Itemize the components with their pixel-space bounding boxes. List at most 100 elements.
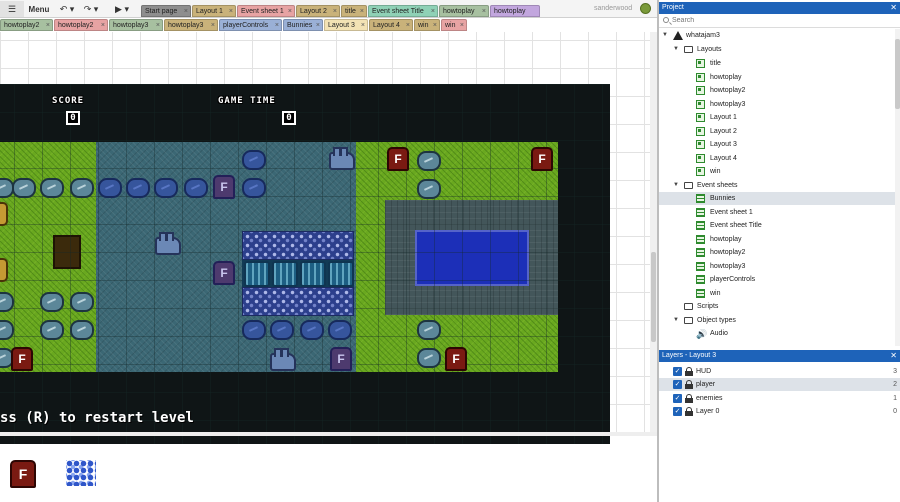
close-icon[interactable]: ×: [460, 20, 464, 30]
tab-howtoplay3-layout[interactable]: howtoplay3 ×: [109, 19, 163, 31]
tree-item-event-sheet[interactable]: Event sheet 1: [659, 206, 895, 219]
close-icon[interactable]: ×: [482, 6, 486, 16]
project-search-bar[interactable]: [659, 14, 900, 28]
f-block-sprite[interactable]: F: [445, 347, 467, 371]
chevron-down-icon[interactable]: ▼: [662, 29, 670, 42]
tab-howtoplay-event-sheet[interactable]: howtoplay: [490, 5, 540, 17]
player-sprite[interactable]: [0, 202, 8, 226]
tree-item-layout[interactable]: win: [659, 165, 895, 178]
bunny-enemy-sprite[interactable]: [329, 147, 355, 170]
tab-howtoplay3-event-sheet[interactable]: howtoplay3 ×: [164, 19, 218, 31]
tree-item-layout[interactable]: howtoplay2: [659, 84, 895, 97]
blue-rock-sprite[interactable]: [242, 320, 266, 340]
f-block-sprite[interactable]: F: [10, 460, 36, 488]
username[interactable]: sanderwood: [594, 5, 632, 12]
undo-icon[interactable]: ↶ ▾: [56, 1, 78, 17]
search-input[interactable]: [672, 15, 872, 26]
rock-sprite[interactable]: [417, 348, 441, 368]
tree-root[interactable]: ▼ whatajam3: [659, 29, 895, 42]
crystal-tile[interactable]: [244, 261, 270, 287]
visibility-checkbox[interactable]: ✓: [673, 394, 682, 403]
tab-howtoplay2-layout[interactable]: howtoplay2 ×: [0, 19, 53, 31]
tab-layout-2[interactable]: Layout 2 ×: [296, 5, 340, 17]
tab-win-event-sheet[interactable]: win ×: [441, 19, 467, 31]
tree-item-layout[interactable]: Layout 3: [659, 138, 895, 151]
folder-scripts[interactable]: Scripts: [659, 300, 895, 313]
f-block-sprite[interactable]: F: [213, 261, 235, 285]
folder-object-types[interactable]: ▼ Object types: [659, 314, 895, 327]
tab-layout-3[interactable]: Layout 3 ×: [324, 19, 368, 31]
f-block-sprite[interactable]: F: [387, 147, 409, 171]
tab-howtoplay2-event-sheet[interactable]: howtoplay2 ×: [54, 19, 108, 31]
close-icon[interactable]: ×: [360, 6, 364, 16]
close-icon[interactable]: ×: [229, 6, 233, 16]
tab-event-sheet-title[interactable]: Event sheet Title ×: [368, 5, 438, 17]
rock-sprite[interactable]: [417, 151, 441, 171]
close-icon[interactable]: ×: [288, 6, 292, 16]
rock-sprite[interactable]: [417, 179, 441, 199]
particle-sprite[interactable]: [66, 460, 96, 486]
tree-item-layout[interactable]: Layout 2: [659, 125, 895, 138]
chevron-down-icon[interactable]: ▼: [673, 314, 681, 327]
f-block-sprite[interactable]: F: [213, 175, 235, 199]
avatar[interactable]: [640, 3, 651, 14]
close-icon[interactable]: ✕: [890, 2, 897, 14]
rock-sprite[interactable]: [40, 292, 64, 312]
crystal-tile[interactable]: [300, 261, 326, 287]
close-icon[interactable]: ×: [406, 20, 410, 30]
visibility-checkbox[interactable]: ✓: [673, 380, 682, 389]
rock-sprite[interactable]: [70, 292, 94, 312]
layer-row-enemies[interactable]: ✓ enemies 1: [659, 392, 900, 405]
scrollbar-thumb[interactable]: [651, 252, 656, 342]
rock-sprite[interactable]: [70, 178, 94, 198]
layer-row-hud[interactable]: ✓ HUD 3: [659, 365, 900, 378]
tree-item-layout[interactable]: howtoplay: [659, 71, 895, 84]
visibility-checkbox[interactable]: ✓: [673, 367, 682, 376]
lock-icon[interactable]: [685, 394, 693, 403]
tree-item-event-sheet[interactable]: playerControls: [659, 273, 895, 286]
blue-rock-sprite[interactable]: [242, 150, 266, 170]
close-icon[interactable]: ×: [361, 20, 365, 30]
blue-rock-sprite[interactable]: [98, 178, 122, 198]
layer-row-layer-0[interactable]: ✓ Layer 0 0: [659, 405, 900, 418]
visibility-checkbox[interactable]: ✓: [673, 407, 682, 416]
f-block-sprite[interactable]: F: [11, 347, 33, 371]
player-sprite[interactable]: [0, 258, 8, 282]
rock-sprite[interactable]: [40, 178, 64, 198]
close-icon[interactable]: ×: [156, 20, 160, 30]
tab-title[interactable]: title ×: [341, 5, 367, 17]
rock-sprite[interactable]: [12, 178, 36, 198]
play-icon[interactable]: ▶ ▾: [111, 1, 133, 17]
f-block-sprite[interactable]: F: [330, 347, 352, 371]
close-icon[interactable]: ✕: [890, 350, 897, 362]
chevron-down-icon[interactable]: ▼: [673, 43, 681, 56]
tab-start-page[interactable]: Start page ×: [141, 5, 191, 17]
close-icon[interactable]: ×: [433, 20, 437, 30]
close-icon[interactable]: ×: [333, 6, 337, 16]
rock-sprite[interactable]: [70, 320, 94, 340]
blue-rock-sprite[interactable]: [126, 178, 150, 198]
blue-rock-sprite[interactable]: [270, 320, 294, 340]
close-icon[interactable]: ×: [431, 6, 435, 16]
crystal-tile[interactable]: [272, 261, 298, 287]
f-block-sprite[interactable]: F: [531, 147, 553, 171]
tab-player-controls[interactable]: playerControls ×: [219, 19, 282, 31]
tab-win-layout[interactable]: win ×: [414, 19, 440, 31]
redo-icon[interactable]: ↷ ▾: [80, 1, 102, 17]
blue-rock-sprite[interactable]: [300, 320, 324, 340]
bunny-enemy-sprite[interactable]: [270, 348, 296, 371]
bunny-enemy-sprite[interactable]: [155, 232, 181, 255]
close-icon[interactable]: ×: [46, 20, 50, 30]
scrollbar-thumb[interactable]: [895, 39, 900, 109]
tree-item-layout[interactable]: howtoplay3: [659, 98, 895, 111]
tree-item-event-sheet-selected[interactable]: Bunnies: [659, 192, 895, 205]
tab-howtoplay[interactable]: howtoplay ×: [439, 5, 489, 17]
blue-rock-sprite[interactable]: [184, 178, 208, 198]
tree-item-event-sheet[interactable]: Event sheet Title: [659, 219, 895, 232]
rock-sprite[interactable]: [417, 320, 441, 340]
menu-icon[interactable]: ☰: [0, 1, 24, 17]
project-tree-scrollbar[interactable]: [895, 29, 900, 346]
close-icon[interactable]: ×: [275, 20, 279, 30]
tree-item-layout[interactable]: Layout 4: [659, 152, 895, 165]
layout-canvas[interactable]: F F F F F F F SCORE 0 GAME TIME 0 ss (R)…: [0, 84, 610, 444]
